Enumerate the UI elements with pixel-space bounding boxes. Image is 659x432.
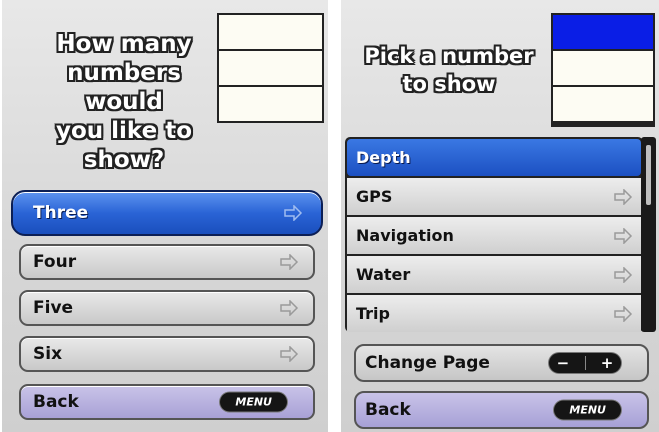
- arrow-right-icon: [614, 266, 633, 283]
- option-label: Five: [33, 298, 74, 318]
- arrow-right-icon: [614, 305, 633, 322]
- arrow-right-icon: [280, 346, 299, 362]
- menu-key-badge: MENU: [220, 392, 287, 412]
- plus-icon[interactable]: +: [601, 354, 614, 372]
- category-water[interactable]: Water: [347, 256, 641, 293]
- option-six-button[interactable]: Six: [19, 336, 315, 372]
- arrow-right-icon: [284, 205, 303, 221]
- stepper-divider: [584, 356, 586, 370]
- data-field-slot: [219, 87, 322, 121]
- change-page-label: Change Page: [365, 353, 490, 373]
- number-count-question: How many numbers would you like to show?: [55, 31, 193, 173]
- option-three-button[interactable]: Three: [11, 190, 323, 236]
- arrow-right-icon: [614, 188, 633, 205]
- pick-number-panel: Pick a number to show Depth GPS Navigati…: [341, 0, 659, 432]
- back-label: Back: [365, 400, 411, 420]
- category-list: Depth GPS Navigation Water Trip: [345, 137, 643, 332]
- option-label: Three: [33, 203, 89, 223]
- back-button[interactable]: Back MENU: [19, 384, 315, 420]
- category-label: Water: [356, 265, 411, 284]
- data-field-preview: [217, 13, 324, 123]
- number-count-panel: How many numbers would you like to show?…: [2, 0, 328, 432]
- data-field-slot: [219, 51, 322, 85]
- category-label: Trip: [356, 304, 390, 323]
- option-label: Four: [33, 252, 77, 272]
- option-four-button[interactable]: Four: [19, 244, 315, 280]
- arrow-right-icon: [614, 227, 633, 244]
- change-page-button[interactable]: Change Page − +: [354, 344, 649, 382]
- pick-number-prompt: Pick a number to show: [364, 44, 534, 96]
- page-stepper[interactable]: − +: [549, 353, 621, 373]
- arrow-right-icon: [280, 300, 299, 316]
- data-field-slot: [553, 87, 653, 121]
- category-label: Depth: [356, 148, 411, 167]
- category-depth[interactable]: Depth: [347, 139, 641, 176]
- data-field-slot: [219, 15, 322, 49]
- back-button[interactable]: Back MENU: [354, 391, 649, 429]
- panel-divider: [328, 0, 341, 432]
- arrow-right-icon: [280, 254, 299, 270]
- data-field-slot: [553, 51, 653, 85]
- category-gps[interactable]: GPS: [347, 178, 641, 215]
- option-five-button[interactable]: Five: [19, 290, 315, 326]
- minus-icon[interactable]: −: [557, 354, 570, 372]
- data-field-preview: [551, 13, 655, 127]
- category-label: Navigation: [356, 226, 454, 245]
- category-navigation[interactable]: Navigation: [347, 217, 641, 254]
- option-label: Six: [33, 344, 63, 364]
- category-trip[interactable]: Trip: [347, 295, 641, 332]
- active-data-field-slot: [553, 15, 653, 49]
- category-scrollbar[interactable]: [641, 137, 656, 332]
- back-label: Back: [33, 392, 79, 412]
- category-label: GPS: [356, 187, 393, 206]
- menu-key-badge: MENU: [554, 400, 621, 420]
- scroll-thumb[interactable]: [646, 145, 651, 205]
